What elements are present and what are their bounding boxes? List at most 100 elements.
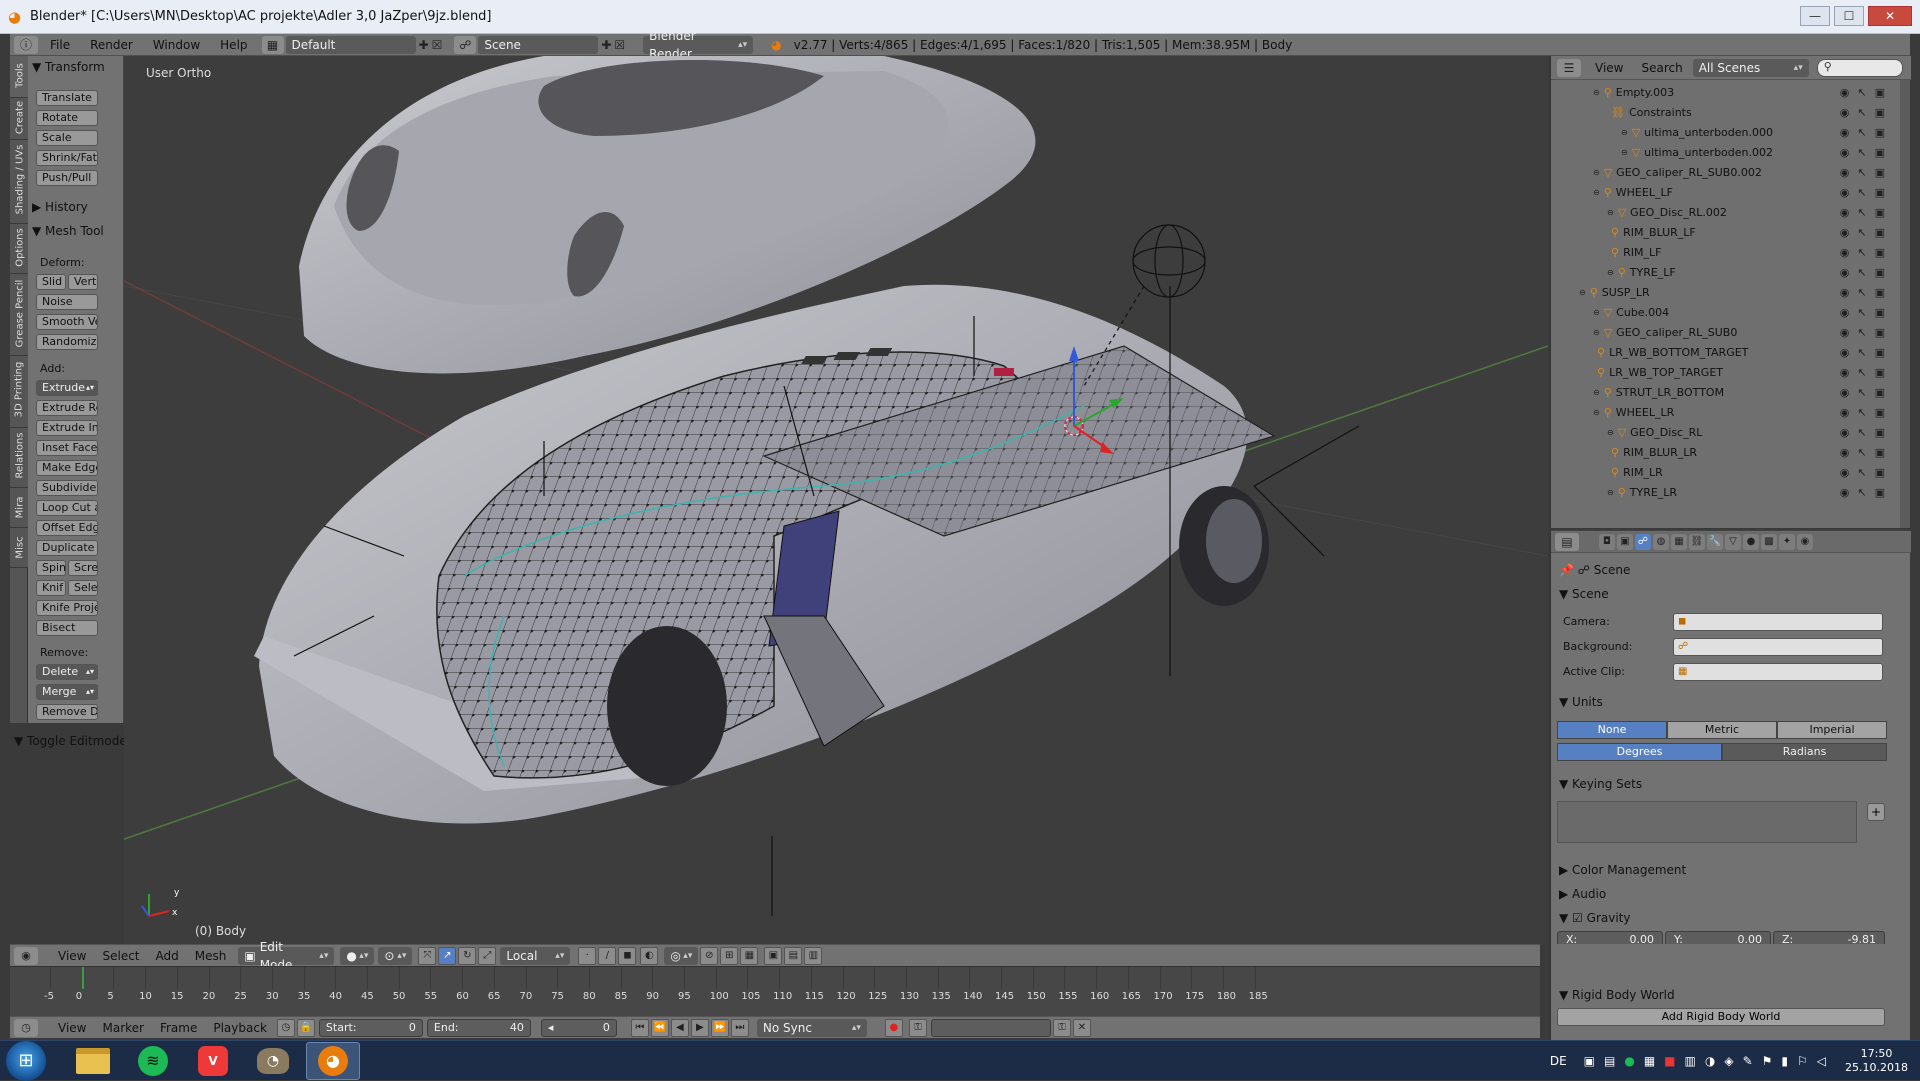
visibility-icon[interactable]: ◉ [1840, 146, 1850, 159]
tray-app-icon[interactable]: ◈ [1724, 1054, 1733, 1068]
knife-project-button[interactable]: Knife Proje [36, 600, 98, 616]
outliner-row[interactable]: ⊖ ▽ ultima_unterboden.002 ◉ ↖ ▣ [1551, 142, 1891, 162]
play-reverse-icon[interactable]: ◀ [670, 1018, 689, 1037]
outliner-row-name[interactable]: RIM_BLUR_LF [1623, 226, 1696, 239]
outliner-row[interactable]: ⊖ ▽ GEO_Disc_RL ◉ ↖ ▣ [1551, 422, 1891, 442]
volume-icon[interactable]: ◁ [1817, 1054, 1826, 1068]
merge-button[interactable]: Merge ▴▾ [36, 684, 98, 700]
selectability-icon[interactable]: ↖ [1857, 466, 1866, 479]
randomize-button[interactable]: Randomize [36, 334, 98, 350]
renderability-icon[interactable]: ▣ [1875, 246, 1885, 259]
vertex-select-icon[interactable]: · [578, 946, 597, 965]
tray-app-icon[interactable]: ✎ [1743, 1054, 1753, 1068]
mode-select[interactable]: ▣ Edit Mode ▴▾ [238, 940, 335, 972]
translate-manipulator-icon[interactable]: ↗ [438, 946, 457, 965]
selectability-icon[interactable]: ↖ [1857, 326, 1866, 339]
outliner-row[interactable]: ⊖ ⚲ WHEEL_LR ◉ ↖ ▣ [1551, 402, 1891, 422]
remove-doubles-button[interactable]: Remove D [36, 704, 98, 720]
expand-icon[interactable]: ⊖ [1607, 488, 1614, 497]
offset-edge-button[interactable]: Offset Edg [36, 520, 98, 536]
outliner-menu-search[interactable]: Search [1641, 61, 1682, 75]
vertex-slide-button[interactable]: Vert [68, 274, 98, 290]
bisect-button[interactable]: Bisect [36, 620, 98, 636]
delete-button[interactable]: Delete ▴▾ [36, 664, 98, 680]
shrink-fatten-button[interactable]: Shrink/Fatt [36, 150, 98, 166]
snap-element-icon[interactable]: ⊞ [720, 946, 739, 965]
visibility-icon[interactable]: ◉ [1840, 386, 1850, 399]
visibility-icon[interactable]: ◉ [1840, 86, 1850, 99]
camera-field[interactable]: ◼ [1673, 613, 1883, 631]
face-select-icon[interactable]: ◼ [618, 946, 637, 965]
render-layers-tab-icon[interactable]: ▣ [1617, 534, 1633, 550]
history-panel-header[interactable]: ▶ History [32, 200, 88, 214]
render-tab-icon[interactable]: ◘ [1599, 534, 1615, 550]
make-edge-face-button[interactable]: Make Edge [36, 460, 98, 476]
renderability-icon[interactable]: ▣ [1875, 106, 1885, 119]
sync-mode-select[interactable]: No Sync ▴▾ [756, 1018, 867, 1037]
outliner-row-name[interactable]: GEO_Disc_RL.002 [1630, 206, 1727, 219]
duplicate-button[interactable]: Duplicate [36, 540, 98, 556]
tray-app-icon[interactable]: ◑ [1705, 1054, 1715, 1068]
outliner-row[interactable]: ⚲ RIM_LR ◉ ↖ ▣ [1551, 462, 1891, 482]
remove-scene-icon[interactable]: ☒ [614, 38, 625, 52]
selectability-icon[interactable]: ↖ [1857, 306, 1866, 319]
visibility-icon[interactable]: ◉ [1840, 106, 1850, 119]
selectability-icon[interactable]: ↖ [1857, 86, 1866, 99]
tab-mira[interactable]: Mira [10, 488, 28, 528]
outliner-row-name[interactable]: GEO_caliper_RL_SUB0 [1616, 326, 1737, 339]
network-icon[interactable]: ▮ [1781, 1054, 1788, 1068]
outliner-row-name[interactable]: GEO_Disc_RL [1630, 426, 1702, 439]
slide-button[interactable]: Slid [36, 274, 66, 290]
selectability-icon[interactable]: ↖ [1857, 486, 1866, 499]
outliner-row-name[interactable]: RIM_LR [1623, 466, 1663, 479]
keying-set-icon[interactable]: ⚿ [908, 1018, 927, 1037]
menu-file[interactable]: File [40, 38, 80, 52]
info-editor-type-icon[interactable]: ⓘ [14, 35, 38, 54]
outliner-row[interactable]: ⚲ RIM_BLUR_LR ◉ ↖ ▣ [1551, 442, 1891, 462]
units-metric-button[interactable]: Metric [1667, 721, 1777, 739]
renderability-icon[interactable]: ▣ [1875, 226, 1885, 239]
input-language[interactable]: DE [1550, 1054, 1567, 1068]
rotate-manipulator-icon[interactable]: ↻ [458, 946, 477, 965]
smooth-vertex-button[interactable]: Smooth Ve [36, 314, 98, 330]
gravity-panel-header[interactable]: ▼ ☑ Gravity [1559, 911, 1630, 925]
outliner-row-name[interactable]: RIM_LF [1623, 246, 1661, 259]
units-imperial-button[interactable]: Imperial [1777, 721, 1887, 739]
add-layout-icon[interactable]: ✚ [419, 38, 429, 52]
3d-menu-mesh[interactable]: Mesh [187, 949, 235, 963]
rotate-button[interactable]: Rotate [36, 110, 98, 126]
texture-tab-icon[interactable]: ▩ [1761, 534, 1777, 550]
minimize-button[interactable]: — [1800, 6, 1830, 26]
pin-icon[interactable]: 📌 [1559, 563, 1574, 577]
outliner-row[interactable]: ⊖ ▽ ultima_unterboden.000 ◉ ↖ ▣ [1551, 122, 1891, 142]
outliner-row[interactable]: ⚲ LR_WB_BOTTOM_TARGET ◉ ↖ ▣ [1551, 342, 1891, 362]
renderability-icon[interactable]: ▣ [1875, 166, 1885, 179]
tray-app-icon[interactable]: ▦ [1644, 1054, 1655, 1068]
expand-icon[interactable]: ⊖ [1607, 428, 1614, 437]
outliner-row-name[interactable]: WHEEL_LF [1616, 186, 1673, 199]
remove-layout-icon[interactable]: ☒ [432, 38, 443, 52]
renderability-icon[interactable]: ▣ [1875, 426, 1885, 439]
expand-icon[interactable]: ⊖ [1607, 268, 1614, 277]
visibility-icon[interactable]: ◉ [1840, 326, 1850, 339]
record-icon[interactable]: ● [884, 1018, 903, 1037]
loop-cut-button[interactable]: Loop Cut a [36, 500, 98, 516]
object-tab-icon[interactable]: ▦ [1671, 534, 1687, 550]
tray-app-icon[interactable]: ⚑ [1762, 1054, 1773, 1068]
selectability-icon[interactable]: ↖ [1857, 186, 1866, 199]
occlude-geometry-icon[interactable]: ◐ [640, 946, 659, 965]
visibility-icon[interactable]: ◉ [1840, 226, 1850, 239]
selectability-icon[interactable]: ↖ [1857, 386, 1866, 399]
tab-shading-uvs[interactable]: Shading / UVs [10, 140, 28, 224]
selectability-icon[interactable]: ↖ [1857, 346, 1866, 359]
renderability-icon[interactable]: ▣ [1875, 486, 1885, 499]
renderability-icon[interactable]: ▣ [1875, 146, 1885, 159]
visibility-icon[interactable]: ◉ [1840, 126, 1850, 139]
expand-icon[interactable]: ⊖ [1621, 128, 1628, 137]
keying-sets-panel-header[interactable]: ▼ Keying Sets [1559, 777, 1642, 791]
proportional-edit-select[interactable]: ◎ ▴▾ [664, 946, 699, 965]
tab-tools[interactable]: Tools [10, 56, 28, 98]
insert-keyframe-icon[interactable]: ⚿ [1052, 1018, 1071, 1037]
material-tab-icon[interactable]: ● [1743, 534, 1759, 550]
modifiers-tab-icon[interactable]: 🔧 [1707, 534, 1723, 550]
